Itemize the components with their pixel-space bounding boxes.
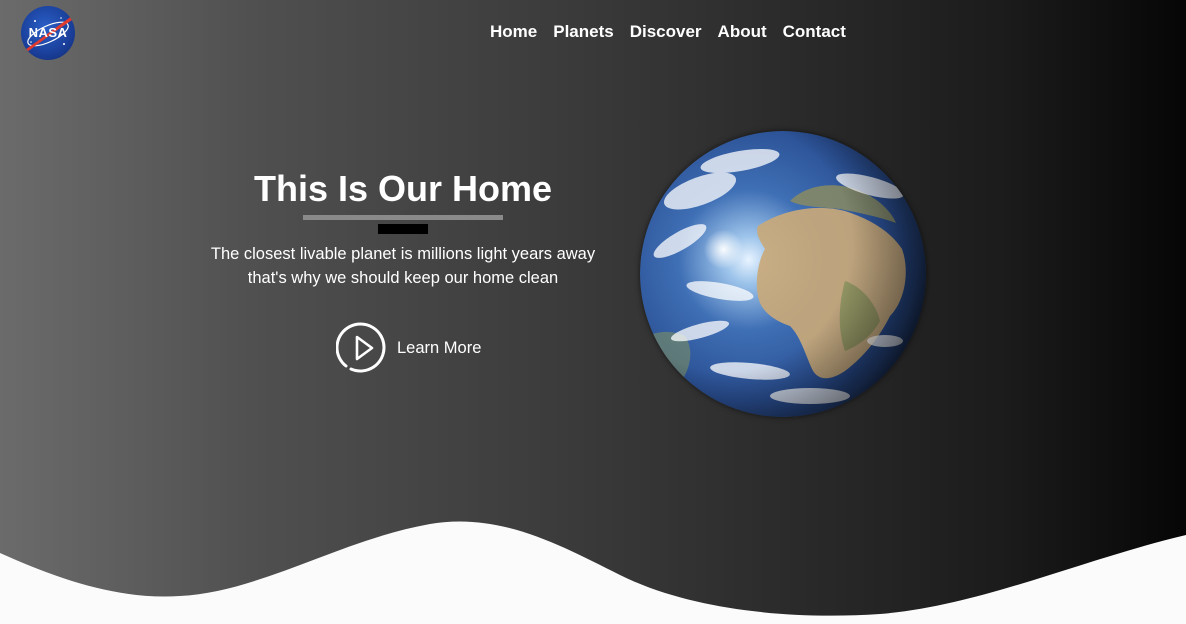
bottom-wave (0, 521, 1186, 624)
hero-page: NASA Home Planets Discover About Contact… (0, 0, 1186, 624)
